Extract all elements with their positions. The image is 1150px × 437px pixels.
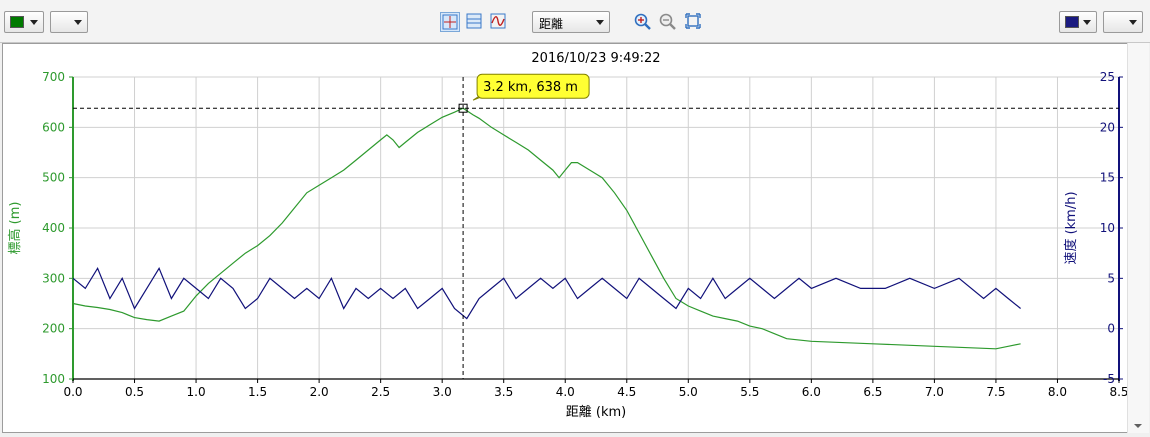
x-tick-label: 4.0	[556, 385, 575, 399]
x-tick-label: 8.5	[1109, 385, 1128, 399]
right-color-swatch	[1065, 16, 1079, 28]
x-tick-label: 3.0	[433, 385, 452, 399]
y-right-tick-label: 25	[1100, 70, 1115, 84]
x-tick-label: 5.0	[679, 385, 698, 399]
y-left-axis-label: 標高 (m)	[7, 202, 23, 255]
y-left-tick-label: 600	[42, 120, 65, 134]
chevron-down-icon	[1083, 20, 1091, 25]
y-left-tick-label: 100	[42, 372, 65, 386]
zoom-in-button[interactable]	[633, 12, 653, 32]
x-tick-label: 1.5	[248, 385, 267, 399]
scrollbar-arrows	[1134, 424, 1142, 428]
chart-panel[interactable]: 2016/10/23 9:49:22 0.0 0.5 1.0 1.5 2.0 2.5 3.0 3…	[2, 43, 1146, 433]
y-left-tick-label: 400	[42, 221, 65, 235]
y-right-tick-label: 15	[1100, 171, 1115, 185]
zoom-out-icon	[659, 13, 676, 30]
chevron-down-icon	[30, 20, 38, 25]
y-left-tick-label: 500	[42, 171, 65, 185]
wave-line-icon	[490, 13, 506, 29]
x-tick-label: 3.5	[494, 385, 513, 399]
right-series-style-picker[interactable]	[1103, 11, 1143, 33]
y-right-axis-label: 速度 (km/h)	[1063, 191, 1079, 264]
x-tick-label: 4.5	[617, 385, 636, 399]
y-left-tick-label: 700	[42, 70, 65, 84]
x-tick-label: 0.0	[63, 385, 82, 399]
x-axis-label: 距離 (km)	[566, 405, 626, 420]
fit-view-icon	[685, 13, 701, 29]
x-tick-label: 0.5	[125, 385, 144, 399]
y-right-tick-label: -5	[1103, 372, 1115, 386]
split-view-icon	[466, 13, 482, 29]
y-right-tick-label: 10	[1100, 221, 1115, 235]
x-axis-mode-select[interactable]: 距離	[532, 11, 610, 33]
y-right-tick-label: 5	[1107, 271, 1115, 285]
profile-chart[interactable]: 2016/10/23 9:49:22 0.0 0.5 1.0 1.5 2.0 2.5 3.0 3…	[3, 44, 1145, 432]
x-tick-label: 7.0	[925, 385, 944, 399]
zoom-out-button[interactable]	[658, 12, 678, 32]
fit-view-button[interactable]	[684, 12, 704, 32]
left-series-color-picker[interactable]	[4, 11, 44, 33]
x-tick-label: 7.5	[986, 385, 1005, 399]
scroll-down-icon[interactable]	[1134, 424, 1142, 428]
zoom-in-icon	[634, 13, 651, 30]
crosshair-icon	[442, 14, 458, 30]
chevron-down-icon	[1129, 20, 1137, 25]
x-tick-label: 6.5	[863, 385, 882, 399]
chevron-down-icon	[74, 20, 82, 25]
crosshair-tool-button[interactable]	[440, 12, 460, 32]
x-tick-label: 1.0	[187, 385, 206, 399]
chevron-down-icon	[596, 20, 604, 25]
y-right-tick-label: 20	[1100, 120, 1115, 134]
chart-title: 2016/10/23 9:49:22	[531, 51, 660, 66]
left-series-style-picker[interactable]	[50, 11, 88, 33]
y-left-tick-label: 300	[42, 271, 65, 285]
x-tick-label: 2.0	[310, 385, 329, 399]
vertical-scrollbar[interactable]	[1127, 43, 1149, 433]
right-series-color-picker[interactable]	[1059, 11, 1097, 33]
x-tick-label: 8.0	[1048, 385, 1067, 399]
smooth-line-tool-button[interactable]	[489, 12, 509, 32]
y-right-tick-label: 0	[1107, 322, 1115, 336]
x-tick-label: 2.5	[371, 385, 390, 399]
y-left-tick-label: 200	[42, 322, 65, 336]
split-view-tool-button[interactable]	[465, 12, 485, 32]
x-tick-label: 6.0	[802, 385, 821, 399]
tooltip-label: 3.2 km, 638 m	[483, 80, 578, 95]
speed-series-line	[72, 266, 1021, 320]
x-axis-mode-value: 距離	[539, 17, 564, 31]
left-color-swatch	[10, 16, 24, 28]
x-tick-label: 5.5	[740, 385, 759, 399]
toolbar: 距離	[0, 0, 1150, 43]
